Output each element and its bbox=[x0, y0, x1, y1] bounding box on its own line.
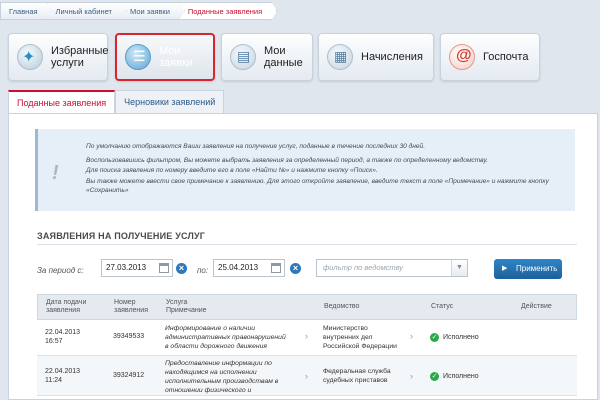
nav-my-data-label: Мои данные bbox=[264, 45, 303, 69]
info-text-3: Для поиска заявления по номеру введите е… bbox=[86, 167, 378, 174]
info-exclamation-icon bbox=[52, 162, 62, 182]
row-status: Исполнено bbox=[443, 334, 479, 341]
row-date: 22.04.2013 11:24 bbox=[45, 368, 81, 384]
row-service: Предоставление информации по находящимся… bbox=[165, 360, 279, 394]
chevron-right-icon[interactable]: › bbox=[305, 371, 308, 381]
breadcrumb-my-requests[interactable]: Мои заявки bbox=[121, 2, 185, 20]
apply-button[interactable]: Применить bbox=[494, 259, 562, 279]
col-service: Услуга Примечание bbox=[166, 299, 207, 314]
table-header: Дата подачи заявления Номер заявления Ус… bbox=[37, 294, 577, 320]
date-to-label: по: bbox=[197, 266, 209, 275]
content-panel: По умолчанию отображаются Ваши заявления… bbox=[8, 113, 598, 400]
section-title: ЗАЯВЛЕНИЯ НА ПОЛУЧЕНИЕ УСЛУГ bbox=[37, 231, 206, 241]
main-nav: Избранные услуги Мои заявки Мои данные Н… bbox=[8, 33, 598, 83]
clear-date-from-icon[interactable]: × bbox=[176, 263, 187, 274]
nav-my-requests-tile[interactable]: Мои заявки bbox=[115, 33, 215, 81]
date-from-value: 27.03.2013 bbox=[106, 263, 147, 272]
check-icon: ✓ bbox=[430, 333, 439, 342]
chevron-down-icon[interactable] bbox=[451, 260, 467, 276]
nav-favorites-tile[interactable]: Избранные услуги bbox=[8, 33, 109, 81]
chevron-right-icon[interactable]: › bbox=[410, 331, 413, 341]
row-dept: Федеральная служба судебных приставов bbox=[323, 368, 391, 384]
col-dept: Ведомство bbox=[324, 303, 360, 310]
row-number: 39324912 bbox=[113, 372, 145, 379]
row-dept: Министерство внутренних дел Российской Ф… bbox=[323, 325, 397, 350]
row-service: Информирование о наличии административны… bbox=[165, 325, 286, 350]
section-divider bbox=[37, 244, 577, 245]
nav-my-requests-label: Мои заявки bbox=[159, 45, 193, 69]
info-text-2: Воспользовавшись фильтром, Вы можете выб… bbox=[86, 157, 489, 164]
row-status: Исполнено bbox=[443, 373, 479, 380]
chevron-right-icon[interactable]: › bbox=[410, 371, 413, 381]
star-icon bbox=[17, 44, 43, 70]
date-to-input[interactable]: 25.04.2013 bbox=[213, 259, 285, 277]
table-row[interactable]: 22.04.2013 16:57 39349533 Информирование… bbox=[37, 320, 577, 356]
calendar-icon[interactable] bbox=[271, 263, 281, 273]
subtabs: Поданные заявления Черновики заявлений bbox=[8, 90, 225, 114]
breadcrumb-home[interactable]: Главная bbox=[0, 2, 53, 20]
date-from-input[interactable]: 27.03.2013 bbox=[101, 259, 173, 277]
breadcrumb-cabinet[interactable]: Личный кабинет bbox=[47, 2, 127, 20]
chevron-right-icon[interactable]: › bbox=[305, 331, 308, 341]
nav-my-data-tile[interactable]: Мои данные bbox=[221, 33, 313, 81]
calculator-icon bbox=[327, 44, 353, 70]
date-to-value: 25.04.2013 bbox=[218, 263, 259, 272]
info-box: По умолчанию отображаются Ваши заявления… bbox=[35, 129, 575, 211]
table-row[interactable]: 22.04.2013 11:24 39324912 Предоставление… bbox=[37, 356, 577, 396]
mail-at-icon bbox=[449, 44, 475, 70]
document-icon bbox=[230, 44, 256, 70]
col-number: Номер заявления bbox=[114, 299, 148, 314]
col-date: Дата подачи заявления bbox=[46, 299, 87, 314]
col-status: Статус bbox=[431, 303, 454, 310]
nav-favorites-label: Избранные услуги bbox=[51, 45, 109, 69]
check-icon: ✓ bbox=[430, 372, 439, 381]
info-text-4: Вы также можете ввести свое примечание к… bbox=[86, 178, 549, 194]
tab-submitted[interactable]: Поданные заявления bbox=[8, 90, 116, 114]
tab-drafts[interactable]: Черновики заявлений bbox=[115, 90, 225, 114]
nav-charges-tile[interactable]: Начисления bbox=[318, 33, 434, 81]
breadcrumb: Главная Личный кабинет Мои заявки Поданн… bbox=[0, 2, 271, 22]
date-from-label: За период с: bbox=[37, 266, 84, 275]
calendar-icon[interactable] bbox=[159, 263, 169, 273]
clear-date-to-icon[interactable]: × bbox=[290, 263, 301, 274]
department-filter-select[interactable]: фильтр по ведомству bbox=[316, 259, 468, 277]
department-filter-placeholder: фильтр по ведомству bbox=[323, 263, 404, 272]
row-date: 22.04.2013 16:57 bbox=[45, 329, 81, 345]
row-number: 39349533 bbox=[113, 333, 145, 340]
info-text-1: По умолчанию отображаются Ваши заявления… bbox=[86, 143, 426, 150]
nav-charges-label: Начисления bbox=[361, 51, 423, 63]
list-icon bbox=[125, 44, 151, 70]
nav-gospochta-label: Госпочта bbox=[483, 51, 529, 63]
nav-gospochta-tile[interactable]: Госпочта bbox=[440, 33, 540, 81]
col-action: Действие bbox=[521, 303, 552, 310]
breadcrumb-submitted: Поданные заявления bbox=[179, 2, 277, 20]
